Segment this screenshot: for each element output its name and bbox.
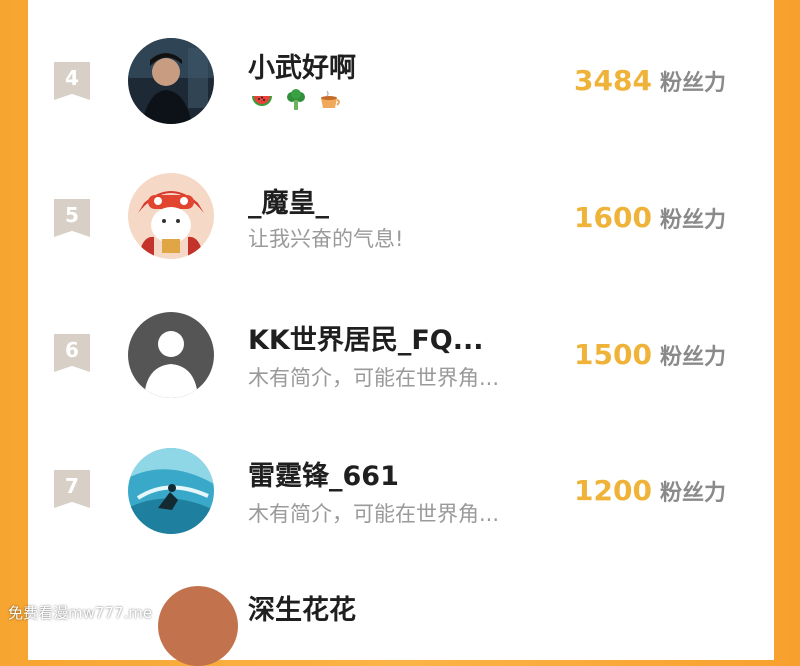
avatar[interactable]: [128, 448, 214, 534]
fans-number: 1500: [574, 338, 652, 371]
fans-label: 粉丝力: [659, 208, 726, 233]
user-name: _魔皇_: [248, 188, 329, 219]
fans-count: 1200 粉丝力: [574, 474, 754, 507]
rank-badge: 5: [54, 199, 90, 237]
fans-label: 粉丝力: [659, 481, 726, 506]
leaderboard-card: 4 小武好啊 3484 粉丝力 5 _魔皇_ 让我兴奋的气息! 1600 粉丝力…: [28, 0, 774, 666]
user-name: 雷霆锋_661: [248, 461, 399, 492]
user-bio: 让我兴奋的气息!: [248, 227, 404, 251]
fans-label: 粉丝力: [659, 71, 726, 96]
user-bio: 木有简介，可能在世界角...: [248, 502, 500, 526]
fans-number: 1200: [574, 474, 652, 507]
tea-icon: [321, 90, 340, 108]
rank-badge: 7: [54, 470, 90, 508]
list-item[interactable]: 5 _魔皇_ 让我兴奋的气息! 1600 粉丝力: [28, 171, 774, 301]
user-bio: 木有简介，可能在世界角...: [248, 366, 500, 390]
avatar[interactable]: [128, 312, 214, 398]
avatar[interactable]: [128, 173, 214, 259]
rank-badge: 6: [54, 334, 90, 372]
badge-list: [250, 88, 342, 112]
rank-badge: 4: [54, 62, 90, 100]
user-name: 深生花花: [248, 595, 356, 626]
list-item[interactable]: 6 KK世界居民_FQ... 木有简介，可能在世界角... 1500 粉丝力: [28, 310, 774, 440]
fans-count: 1500 粉丝力: [574, 338, 754, 371]
avatar[interactable]: [128, 38, 214, 124]
list-item[interactable]: 4 小武好啊 3484 粉丝力: [28, 36, 774, 166]
fans-count: 3484 粉丝力: [574, 64, 754, 97]
fans-number: 1600: [574, 201, 652, 234]
list-item[interactable]: 7 雷霆锋_661 木有简介，可能在世界角... 1200 粉丝力: [28, 446, 774, 576]
fans-number: 3484: [574, 64, 652, 97]
fans-label: 粉丝力: [659, 345, 726, 370]
fans-count: 1600 粉丝力: [574, 201, 754, 234]
avatar[interactable]: [158, 586, 238, 666]
user-name: 小武好啊: [248, 53, 356, 84]
watermark-text: 免费看漫mw777.me: [8, 604, 153, 622]
user-name: KK世界居民_FQ...: [248, 325, 484, 356]
watermelon-icon: [252, 96, 272, 106]
broccoli-icon: [287, 89, 305, 110]
